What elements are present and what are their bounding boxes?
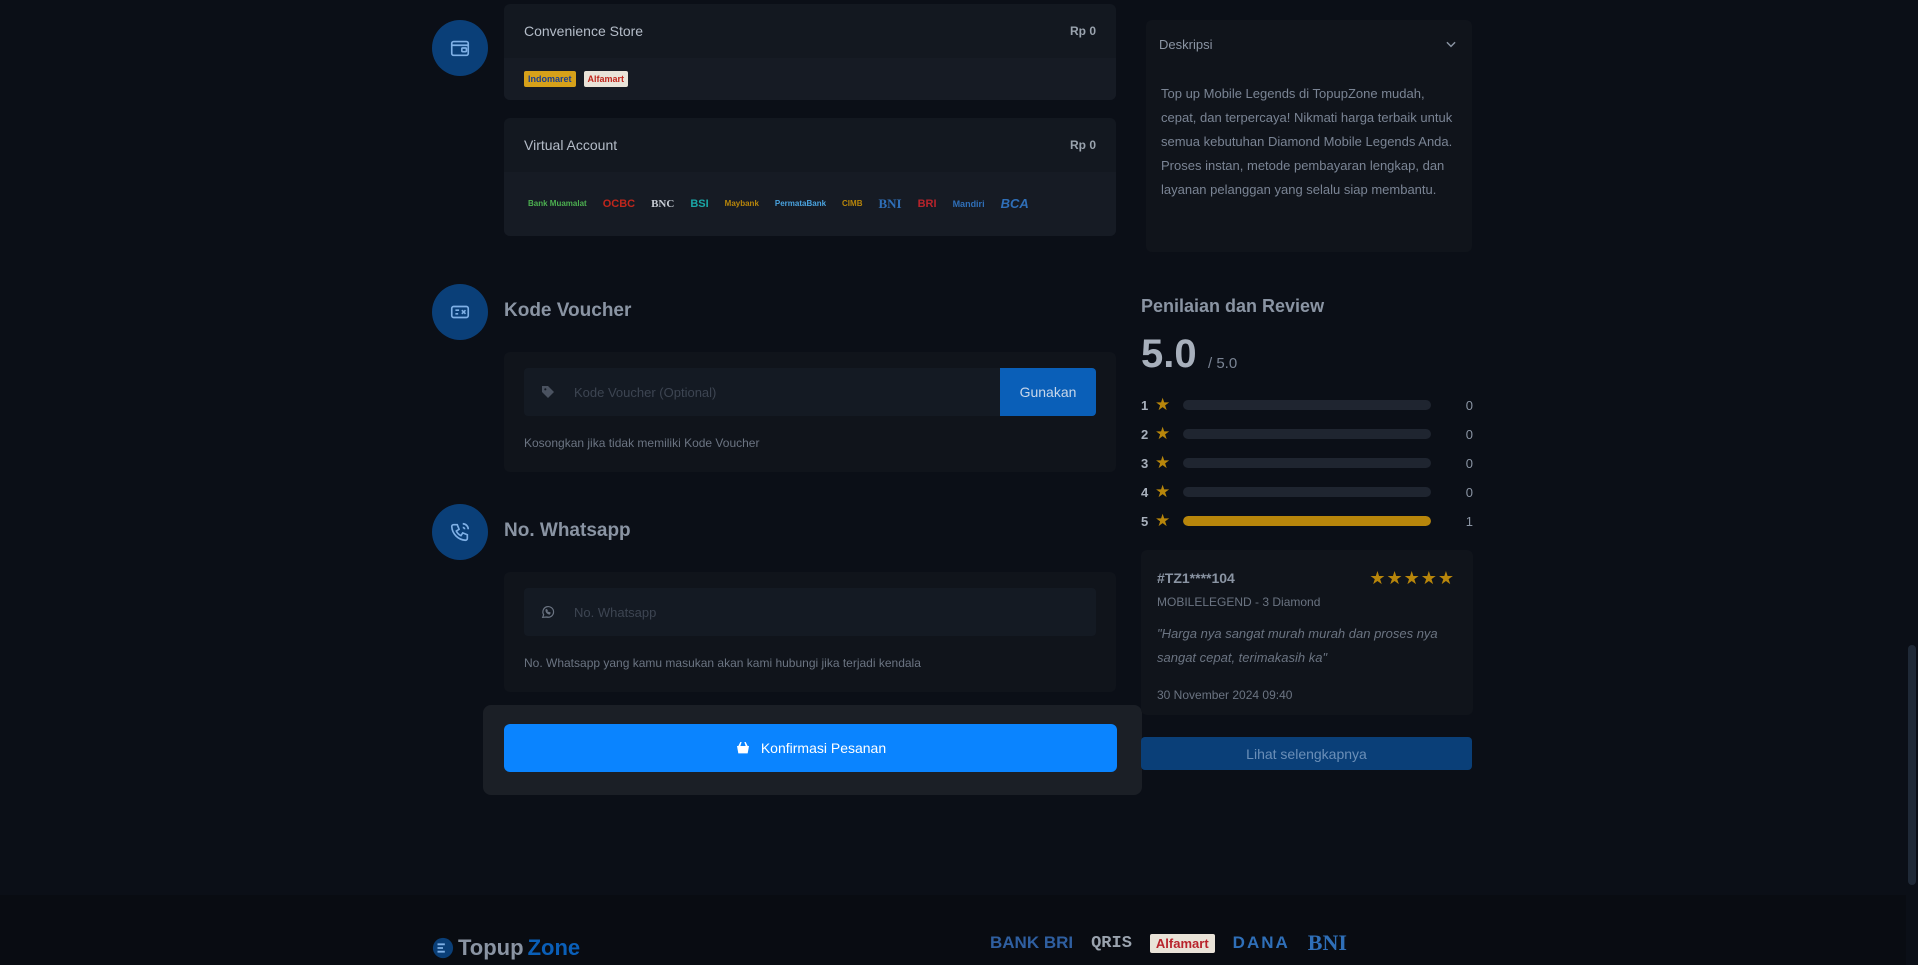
whatsapp-hint: No. Whatsapp yang kamu masukan akan kami… xyxy=(524,656,921,670)
star-icon: ★ xyxy=(1155,395,1171,414)
rating-row: 3 ★ 0 xyxy=(1141,453,1473,473)
rating-bar xyxy=(1183,429,1431,439)
rating-bar-fill xyxy=(1183,516,1431,526)
rating-row: 4 ★ 0 xyxy=(1141,482,1473,502)
see-more-button[interactable]: Lihat selengkapnya xyxy=(1141,737,1472,770)
review-text: "Harga nya sangat murah murah dan proses… xyxy=(1157,626,1438,665)
review-stars: ★★★★★ xyxy=(1369,568,1455,588)
rating-row-count: 0 xyxy=(1465,484,1473,500)
whatsapp-panel: No. Whatsapp yang kamu masukan akan kami… xyxy=(504,572,1116,692)
rating-row-count: 0 xyxy=(1465,426,1473,442)
rating-row-count: 1 xyxy=(1465,513,1473,529)
permata-logo: PermataBank xyxy=(774,199,827,208)
rating-bar xyxy=(1183,516,1431,526)
whatsapp-icon xyxy=(541,605,555,619)
payment-group-name: Convenience Store xyxy=(524,23,644,39)
rating-max: / 5.0 xyxy=(1208,355,1238,372)
voucher-title: Kode Voucher xyxy=(504,300,632,321)
rating-score: 5.0 xyxy=(1141,332,1197,376)
brand-name-a: Topup xyxy=(458,935,524,960)
ocbc-logo: OCBC xyxy=(602,198,636,210)
rating-row-count: 0 xyxy=(1465,397,1473,413)
voucher-input[interactable] xyxy=(572,383,1000,401)
bnc-logo: BNC xyxy=(651,198,675,210)
bsi-logo: BSI xyxy=(690,198,709,210)
payment-group-price: Rp 0 xyxy=(1069,138,1096,152)
bni-logo: BNI xyxy=(878,196,902,211)
whatsapp-step-icon xyxy=(432,504,488,560)
confirm-bar: Konfirmasi Pesanan xyxy=(483,705,1142,795)
scrollbar-thumb[interactable] xyxy=(1908,645,1916,885)
review-user: #TZ1****104 xyxy=(1157,570,1235,586)
description-toggle[interactable]: Deskripsi xyxy=(1146,20,1472,68)
footer-dana-logo: DANA xyxy=(1232,933,1290,952)
footer-alfamart-logo: Alfamart xyxy=(1149,933,1215,953)
description-title: Deskripsi xyxy=(1159,36,1213,52)
indomaret-logo: Indomaret xyxy=(524,71,576,87)
rating-bar xyxy=(1183,400,1431,410)
star-icon: ★ xyxy=(1155,424,1171,443)
rating-row-stars: 5 xyxy=(1141,513,1149,529)
brand-mark-icon xyxy=(432,937,454,959)
basket-icon xyxy=(736,742,749,754)
confirm-order-button[interactable]: Konfirmasi Pesanan xyxy=(504,724,1117,772)
alfamart-logo: Alfamart xyxy=(583,71,629,87)
footer-qris-logo: QRIS xyxy=(1091,933,1132,953)
payment-group-convenience[interactable]: Convenience Store Rp 0 Indomaret Alfamar… xyxy=(504,4,1116,100)
star-icon: ★ xyxy=(1155,453,1171,472)
muamalat-logo: Bank Muamalat xyxy=(528,199,587,208)
footer xyxy=(0,895,1906,965)
rating-bar xyxy=(1183,458,1431,468)
payment-group-price: Rp 0 xyxy=(1069,24,1096,38)
bri-logo: BRI xyxy=(917,198,937,210)
confirm-order-label: Konfirmasi Pesanan xyxy=(760,740,887,756)
rating-row: 1 ★ 0 xyxy=(1141,395,1473,415)
review-card: #TZ1****104 ★★★★★ MOBILELEGEND - 3 Diamo… xyxy=(1141,550,1473,715)
payment-step-icon xyxy=(432,20,488,76)
voucher-apply-button[interactable]: Gunakan xyxy=(1000,368,1096,416)
wallet-icon xyxy=(450,40,470,57)
bca-logo: BCA xyxy=(1000,196,1029,211)
mandiri-logo: Mandiri xyxy=(952,199,985,209)
voucher-panel: Gunakan Kosongkan jika tidak memiliki Ko… xyxy=(504,352,1116,472)
cimb-logo: CIMB xyxy=(842,199,863,208)
description-text: Top up Mobile Legends di TopupZone mudah… xyxy=(1161,86,1453,197)
rating-title: Penilaian dan Review xyxy=(1141,296,1325,316)
star-icon: ★ xyxy=(1155,511,1171,530)
rating-row: 2 ★ 0 xyxy=(1141,424,1473,444)
payment-group-name: Virtual Account xyxy=(524,137,618,153)
rating-row-stars: 4 xyxy=(1141,484,1149,500)
footer-bni-logo: BNI xyxy=(1307,930,1347,955)
star-icon: ★ xyxy=(1155,482,1171,501)
rating-bar xyxy=(1183,487,1431,497)
description-card: Deskripsi Top up Mobile Legends di Topup… xyxy=(1146,20,1472,252)
brand-logo[interactable]: Topup Zone xyxy=(432,935,580,961)
phone-icon xyxy=(450,522,470,542)
whatsapp-title: No. Whatsapp xyxy=(504,520,631,541)
brand-name-b: Zone xyxy=(527,935,581,960)
ticket-icon xyxy=(450,305,470,319)
footer-bri-logo: BANK BRI xyxy=(990,933,1074,952)
rating-row-stars: 3 xyxy=(1141,455,1149,471)
review-date: 30 November 2024 09:40 xyxy=(1157,688,1293,702)
review-product: MOBILELEGEND - 3 Diamond xyxy=(1157,595,1321,609)
whatsapp-input[interactable] xyxy=(572,603,1096,621)
payment-group-virtual-account[interactable]: Virtual Account Rp 0 Bank Muamalat OCBC … xyxy=(504,118,1116,236)
voucher-hint: Kosongkan jika tidak memiliki Kode Vouch… xyxy=(524,436,760,450)
rating-row-count: 0 xyxy=(1465,455,1473,471)
footer-payment-logos: BANK BRI QRIS Alfamart DANA BNI xyxy=(990,930,1347,956)
rating-row: 5 ★ 1 xyxy=(1141,511,1473,531)
rating-row-stars: 1 xyxy=(1141,397,1149,413)
chevron-down-icon xyxy=(1446,41,1456,48)
voucher-step-icon xyxy=(432,284,488,340)
tag-icon xyxy=(542,386,554,398)
rating-row-stars: 2 xyxy=(1141,426,1149,442)
maybank-logo: Maybank xyxy=(724,199,759,208)
